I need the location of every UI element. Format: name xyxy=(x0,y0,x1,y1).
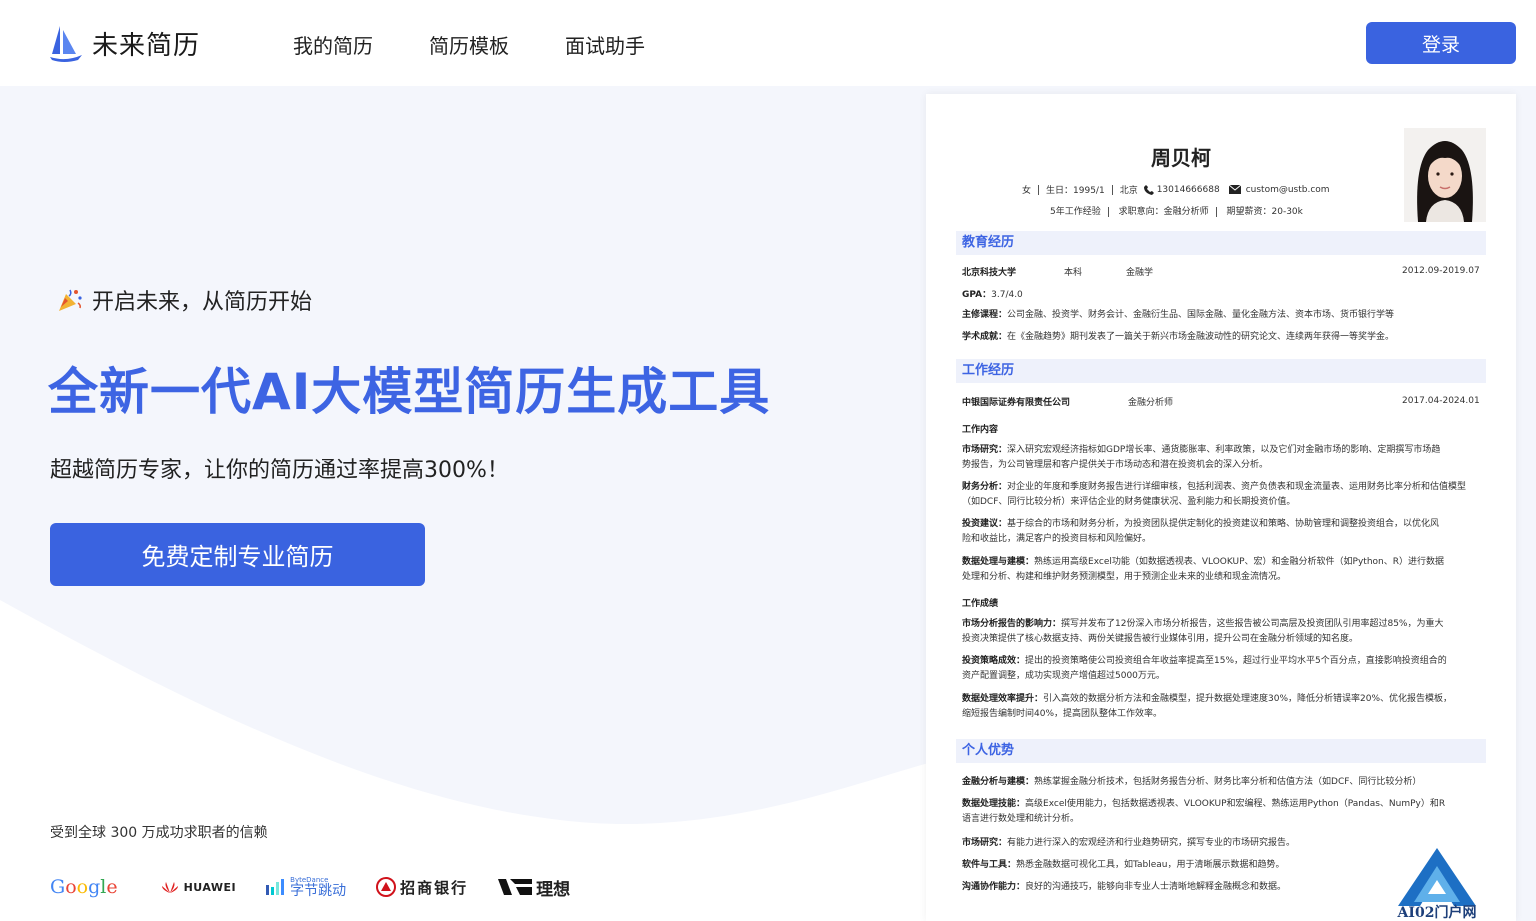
work-title: 金融分析师 xyxy=(1128,398,1174,408)
hero-headline: 全新一代AI大模型简历生成工具 xyxy=(48,363,771,421)
resume-name: 周贝柯 xyxy=(1151,146,1211,170)
top-header: 未来简历 我的简历 简历模板 面试助手 登录 xyxy=(0,0,1536,86)
email-icon xyxy=(1228,185,1241,194)
brand-name: 未来简历 xyxy=(92,30,201,61)
brand-logo[interactable]: 未来简历 xyxy=(48,24,200,62)
nav-resume-templates[interactable]: 简历模板 xyxy=(429,30,509,59)
work-content-label: 工作内容 xyxy=(962,425,999,435)
trust-text: 受到全球 300 万成功求职者的信赖 xyxy=(50,825,268,841)
cmb-logo: 招商银行 xyxy=(376,872,468,902)
resume-job-info: 5年工作经验 求职意向：金融分析师 期望薪资：20-30k xyxy=(1050,206,1303,217)
sailboat-icon xyxy=(50,26,82,62)
work-result: 数据处理效率提升：引入高效的数据分析方法和金融模型，提升数据处理速度30%，降低… xyxy=(962,694,1453,719)
work-item: 投资建议：基于综合的市场和财务分析，为投资团队提供定制化的投资建议和策略、协助管… xyxy=(962,519,1440,544)
google-logo: Google xyxy=(50,876,118,898)
free-custom-resume-button[interactable]: 免费定制专业简历 xyxy=(50,523,425,586)
work-result: 市场分析报告的影响力：撰写并发布了12份深入市场分析报告，这些报告被公司高层及投… xyxy=(962,619,1444,644)
work-item: 数据处理与建模：熟练运用高级Excel功能（如数据透视表、VLOOKUP、宏）和… xyxy=(962,557,1445,582)
hero-tagline: 开启未来，从简历开始 xyxy=(56,284,312,316)
edu-major: 金融学 xyxy=(1126,268,1154,278)
edu-gpa: GPA：3.7/4.0 xyxy=(962,290,1023,300)
edu-achievements: 学术成就：在《金融趋势》期刊发表了一篇关于新兴市场金融波动性的研究论文、连续两年… xyxy=(962,332,1395,342)
resume-preview[interactable]: 周贝柯 女 生日：1995/1 北京 13014666688 custom@us… xyxy=(926,94,1516,921)
work-company: 中银国际证券有限责任公司 xyxy=(962,398,1071,408)
profile-photo xyxy=(1404,128,1486,222)
cmb-emblem-icon xyxy=(376,877,397,897)
edu-degree: 本科 xyxy=(1064,268,1083,278)
partner-logos: Google HUAWEI ByteDance 字节跳动 招商银行 理想 xyxy=(50,872,600,902)
edu-school: 北京科技大学 xyxy=(962,268,1017,278)
hero-subhead: 超越简历专家，让你的简历通过率提高300%！ xyxy=(50,458,509,483)
section-work: 工作经历 xyxy=(956,359,1486,383)
strength-item: 数据处理技能：高级Excel使用能力，包括数据透视表、VLOOKUP和宏编程、熟… xyxy=(962,799,1446,824)
lixiang-mark-icon xyxy=(498,879,533,895)
party-popper-icon xyxy=(59,289,82,311)
tagline-text: 开启未来，从简历开始 xyxy=(92,290,313,315)
login-button[interactable]: 登录 xyxy=(1366,22,1516,64)
section-education: 教育经历 xyxy=(956,231,1486,255)
nav-my-resume[interactable]: 我的简历 xyxy=(293,30,373,59)
resume-basic-info: 女 生日：1995/1 北京 13014666688 custom@ustb.c… xyxy=(1022,184,1330,196)
section-strengths: 个人优势 xyxy=(956,739,1486,763)
work-result: 投资策略成效：提出的投资策略使公司投资组合年收益率提高至15%，超过行业平均水平… xyxy=(962,656,1447,681)
nav-interview-assistant[interactable]: 面试助手 xyxy=(565,30,645,59)
watermark-text: AI02门户网 xyxy=(1397,905,1477,921)
work-results-label: 工作成绩 xyxy=(962,599,999,609)
strength-item: 金融分析与建模：熟练掌握金融分析技术，包括财务报告分析、财务比率分析和估值方法（… xyxy=(962,777,1422,787)
work-period: 2017.04-2024.01 xyxy=(1402,396,1480,406)
huawei-flower-icon xyxy=(161,882,178,893)
main-nav: 我的简历 简历模板 面试助手 xyxy=(293,30,645,59)
bytedance-logo: ByteDance 字节跳动 xyxy=(266,872,346,902)
work-item: 市场研究：深入研究宏观经济指标如GDP增长率、通货膨胀率、利率政策，以及它们对金… xyxy=(962,445,1441,470)
work-item: 财务分析：对企业的年度和季度财务报告进行详细审核，包括利润表、资产负债表和现金流… xyxy=(962,482,1467,507)
huawei-logo: HUAWEI xyxy=(160,872,237,902)
bytedance-bars-icon xyxy=(266,879,285,895)
edu-courses: 主修课程：公司金融、投资学、财务会计、金融衍生品、国际金融、量化金融方法、资本市… xyxy=(962,310,1395,320)
lixiang-logo: 理想 xyxy=(498,872,570,902)
edu-period: 2012.09-2019.07 xyxy=(1402,266,1480,276)
phone-icon xyxy=(1143,184,1154,195)
